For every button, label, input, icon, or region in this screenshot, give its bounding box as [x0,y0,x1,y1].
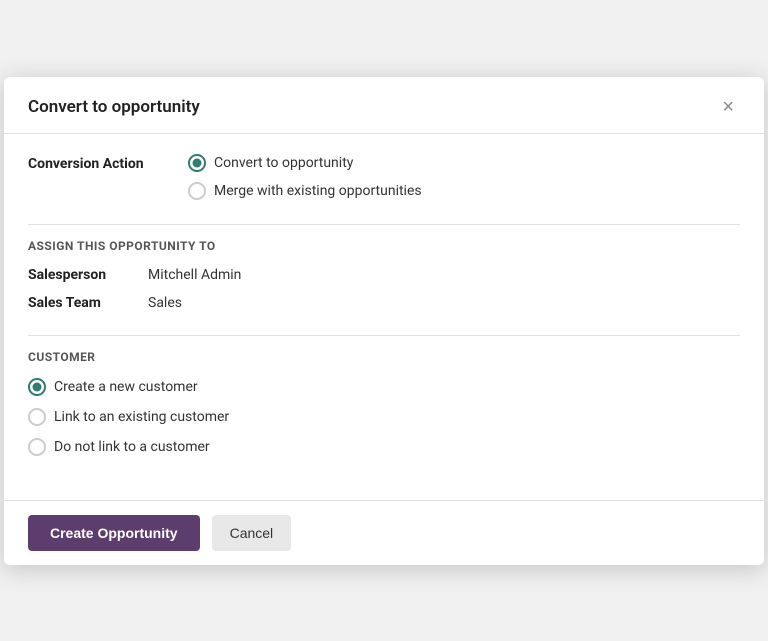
close-button[interactable]: × [716,95,740,119]
conversion-action-radio-group: Convert to opportunity Merge with existi… [188,154,422,200]
radio-option-existing-customer[interactable]: Link to an existing customer [28,408,740,426]
modal-overlay: Convert to opportunity × Conversion Acti… [0,0,768,641]
radio-option-convert[interactable]: Convert to opportunity [188,154,422,172]
customer-divider [28,335,740,336]
assign-divider [28,224,740,225]
customer-radio-group: Create a new customer Link to an existin… [28,378,740,456]
salesperson-row: Salesperson Mitchell Admin [28,267,740,283]
sales-team-row: Sales Team Sales [28,295,740,311]
create-opportunity-button[interactable]: Create Opportunity [28,515,200,551]
sales-team-value: Sales [148,295,182,311]
radio-new-customer-label: Create a new customer [54,379,198,395]
radio-existing-customer-label: Link to an existing customer [54,409,229,425]
sales-team-label: Sales Team [28,295,128,311]
radio-convert[interactable] [188,154,206,172]
conversion-action-label: Conversion Action [28,154,158,172]
assign-heading: ASSIGN THIS OPPORTUNITY TO [28,239,740,253]
modal-header: Convert to opportunity × [4,77,764,134]
customer-heading: CUSTOMER [28,350,740,364]
radio-convert-label: Convert to opportunity [214,155,353,171]
conversion-action-section: Conversion Action Convert to opportunity… [28,154,740,200]
radio-no-customer[interactable] [28,438,46,456]
radio-merge[interactable] [188,182,206,200]
salesperson-label: Salesperson [28,267,128,283]
modal-body: Conversion Action Convert to opportunity… [4,134,764,500]
salesperson-value: Mitchell Admin [148,267,241,283]
radio-new-customer[interactable] [28,378,46,396]
radio-option-new-customer[interactable]: Create a new customer [28,378,740,396]
radio-option-merge[interactable]: Merge with existing opportunities [188,182,422,200]
radio-merge-label: Merge with existing opportunities [214,183,422,199]
modal-title: Convert to opportunity [28,97,200,117]
modal-dialog: Convert to opportunity × Conversion Acti… [4,77,764,565]
radio-no-customer-label: Do not link to a customer [54,439,210,455]
customer-section: CUSTOMER Create a new customer Link to a… [28,335,740,456]
assign-section: ASSIGN THIS OPPORTUNITY TO Salesperson M… [28,224,740,311]
cancel-button[interactable]: Cancel [212,515,292,551]
radio-existing-customer[interactable] [28,408,46,426]
radio-option-no-customer[interactable]: Do not link to a customer [28,438,740,456]
modal-footer: Create Opportunity Cancel [4,500,764,565]
